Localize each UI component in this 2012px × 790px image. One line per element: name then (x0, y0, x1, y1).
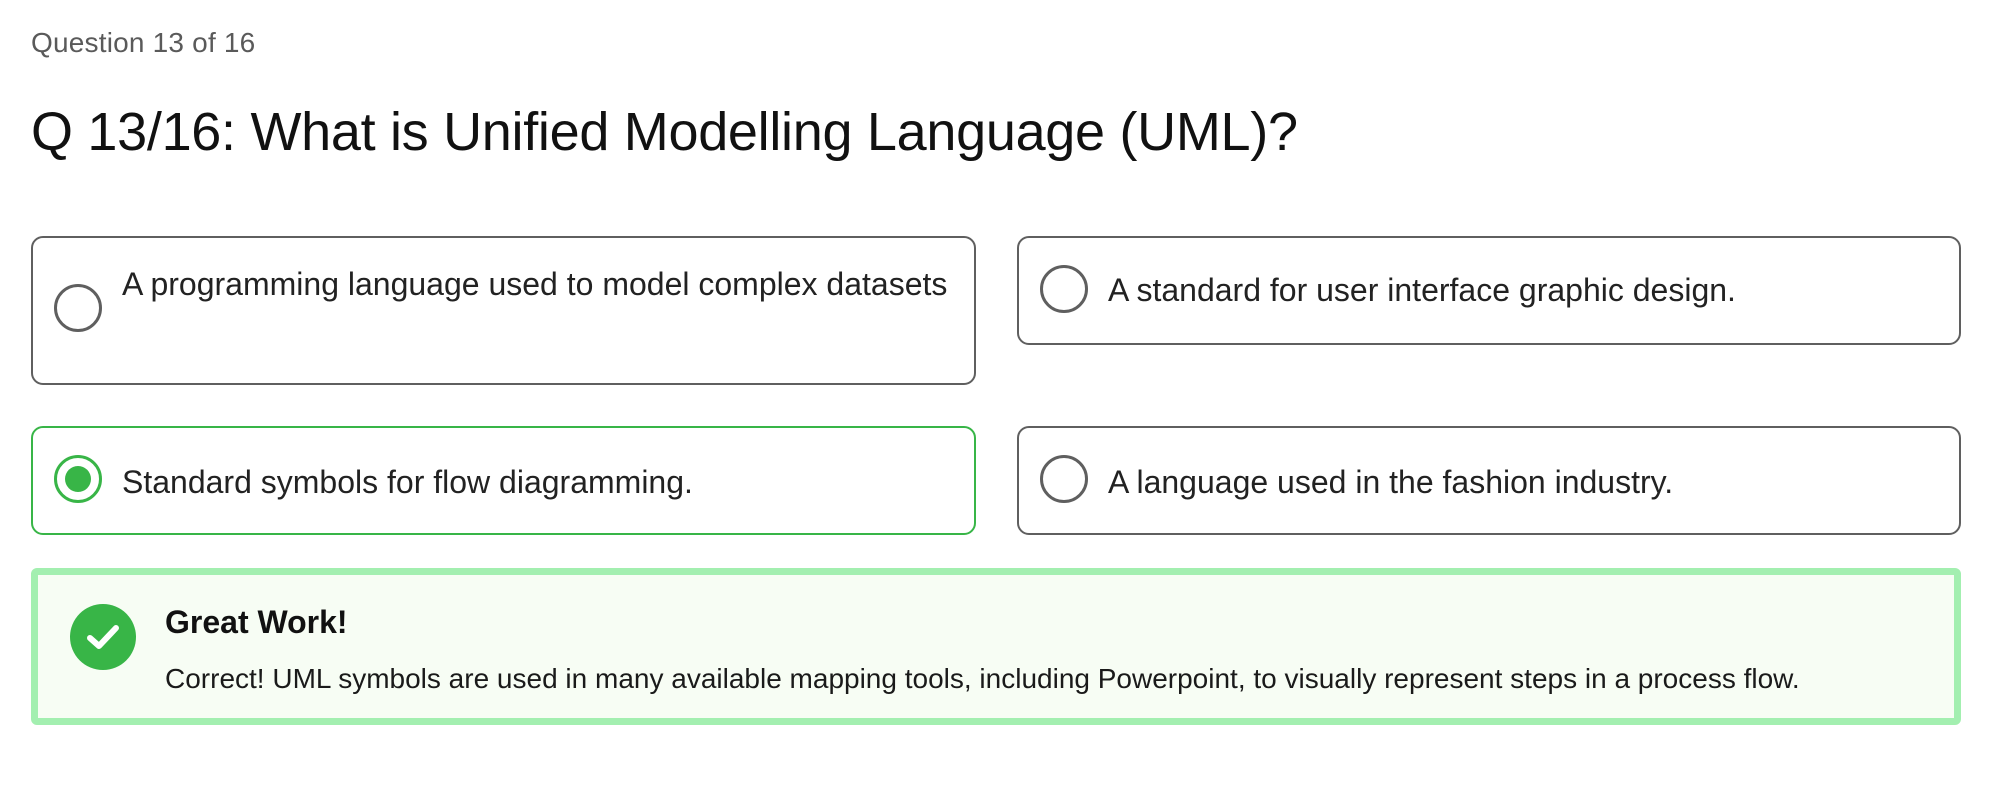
question-title: Q 13/16: What is Unified Modelling Langu… (31, 102, 1298, 162)
radio-button-selected[interactable] (54, 455, 102, 503)
radio-button[interactable] (1040, 455, 1088, 503)
check-circle-icon (70, 604, 136, 670)
feedback-message: Correct! UML symbols are used in many av… (165, 663, 1800, 694)
feedback-title: Great Work! (165, 604, 348, 640)
option-label: A standard for user interface graphic de… (1108, 272, 1736, 308)
answer-option-d[interactable]: A language used in the fashion industry. (1017, 426, 1961, 535)
option-label: Standard symbols for flow diagramming. (122, 464, 693, 500)
option-label: A language used in the fashion industry. (1108, 464, 1674, 500)
answer-option-b[interactable]: A standard for user interface graphic de… (1017, 236, 1961, 345)
radio-button[interactable] (54, 284, 102, 332)
radio-button[interactable] (1040, 265, 1088, 313)
option-label: A programming language used to model com… (122, 266, 948, 302)
question-progress: Question 13 of 16 (31, 27, 256, 58)
answer-option-c[interactable]: Standard symbols for flow diagramming. (31, 426, 976, 535)
answer-option-a[interactable]: A programming language used to model com… (31, 236, 976, 385)
feedback-panel: Great Work! Correct! UML symbols are use… (31, 568, 1961, 725)
